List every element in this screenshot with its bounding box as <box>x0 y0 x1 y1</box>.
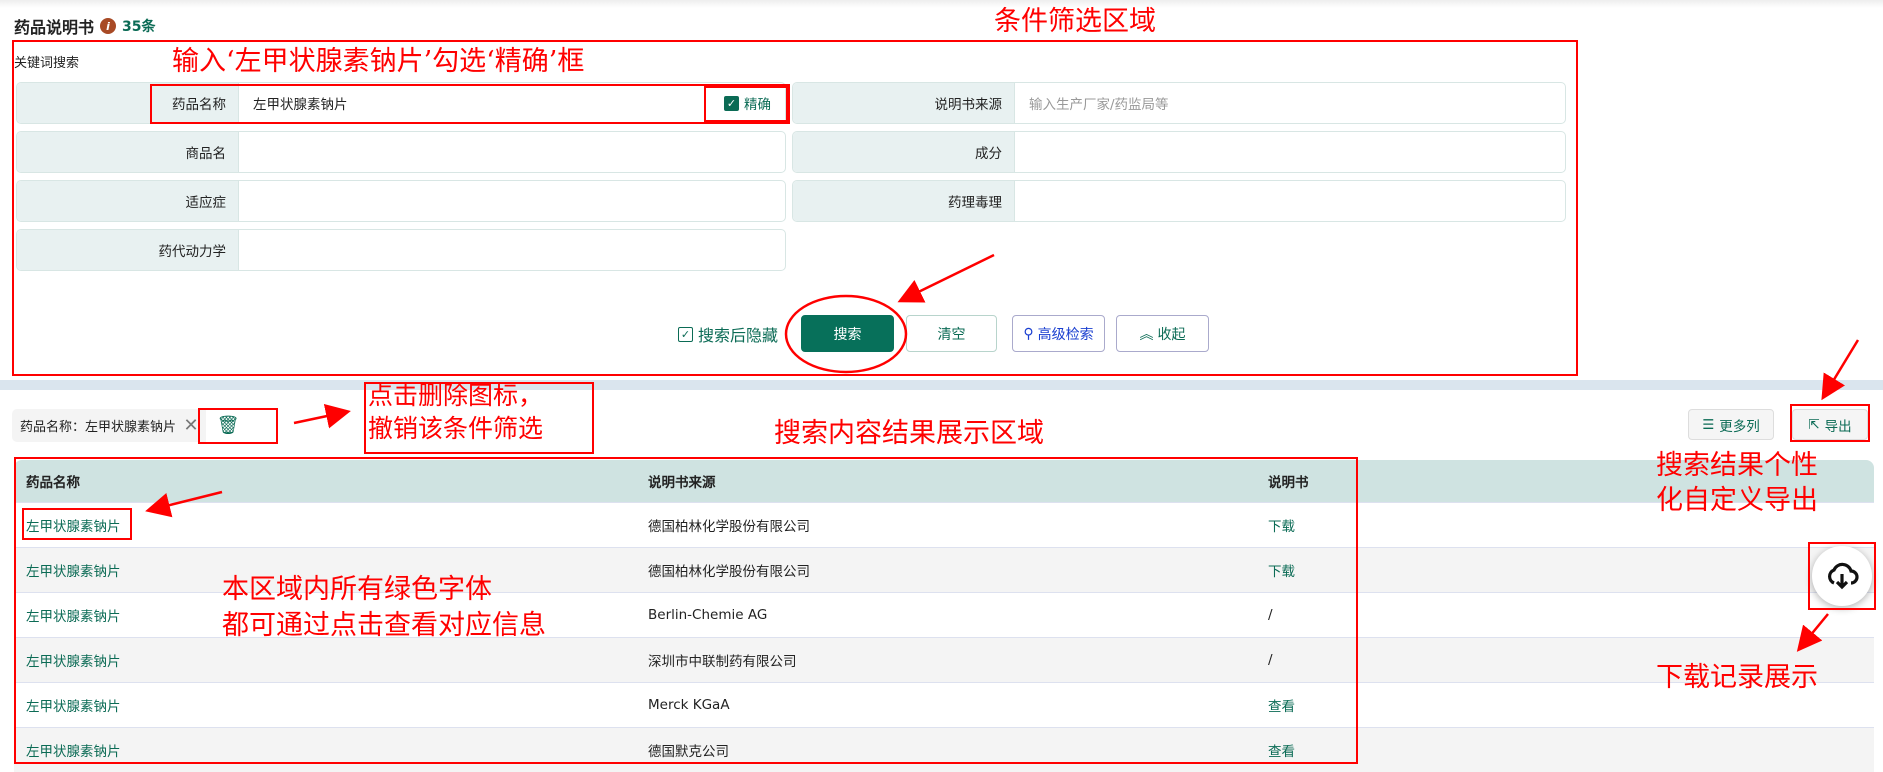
annotation-export-hint: 搜索结果个性 化自定义导出 <box>1656 450 1818 517</box>
annotation-box-drug-name <box>150 84 790 124</box>
title-text: 药品说明书 <box>14 18 95 37</box>
info-icon[interactable]: i <box>100 18 117 34</box>
annotation-box-cloud <box>1808 542 1876 610</box>
page-title: 药品说明书 i 35条 <box>14 14 156 38</box>
annotation-box-export <box>1790 404 1870 442</box>
top-shade <box>0 0 1883 8</box>
result-count: 35条 <box>122 19 156 35</box>
section-divider <box>0 380 1883 390</box>
annotation-box-delete <box>198 408 278 444</box>
arrow-delete <box>293 403 351 429</box>
filter-chip-text: 药品名称：左甲状腺素钠片 <box>20 420 177 435</box>
annotation-results-area: 搜索内容结果展示区域 <box>774 418 1044 449</box>
annotation-green-hint: 本区域内所有绿色字体 都可通过点击查看对应信息 <box>222 574 546 642</box>
more-columns-button[interactable]: ☰ 更多列 <box>1688 409 1774 440</box>
annotation-box-green-link <box>22 508 132 540</box>
more-columns-label: 更多列 <box>1719 418 1760 435</box>
columns-icon: ☰ <box>1702 416 1715 433</box>
annotation-box-results <box>14 457 1358 764</box>
annotation-box-exact <box>704 86 788 122</box>
annotation-input-hint: 输入‘左甲状腺素钠片’勾选‘精确’框 <box>172 46 585 77</box>
annotation-delete-hint: 点击删除图标， 撤销该条件筛选 <box>368 381 544 443</box>
annotation-filter-area: 条件筛选区域 <box>994 6 1156 37</box>
annotation-download-hint: 下载记录展示 <box>1656 662 1818 693</box>
